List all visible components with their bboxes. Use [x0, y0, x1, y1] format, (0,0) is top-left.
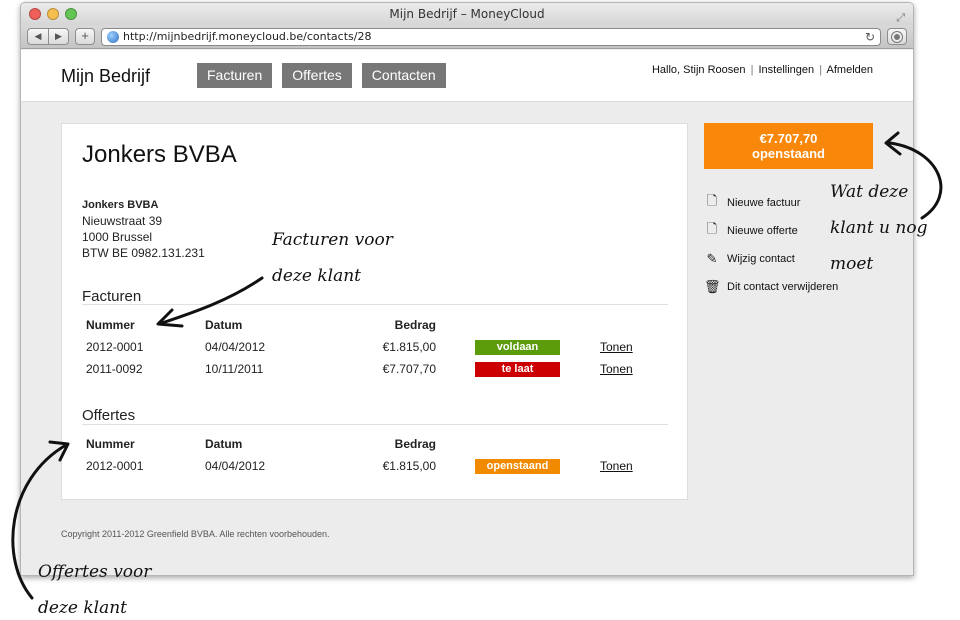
- add-tab-icon[interactable]: +: [75, 28, 95, 45]
- settings-link[interactable]: Instellingen: [758, 64, 814, 76]
- nav-tab-offertes[interactable]: Offertes: [282, 63, 352, 88]
- action-label[interactable]: Nieuwe factuur: [727, 197, 800, 209]
- screenshot-stage: Mijn Bedrijf – MoneyCloud ⤢ ◀ ▶ + http:/…: [0, 0, 960, 620]
- quote-date: 04/04/2012: [205, 459, 266, 473]
- annotation-text: deze klant: [38, 598, 128, 618]
- column-header-amount: Bedrag: [394, 318, 436, 332]
- quote-number: 2012-0001: [86, 459, 144, 473]
- table-row: 2012-0001 04/04/2012 €1.815,00 openstaan…: [86, 455, 646, 477]
- outstanding-balance: €7.707,70 openstaand: [704, 123, 873, 169]
- greeting: Hallo, Stijn Roosen: [651, 64, 746, 76]
- column-header-amount: Bedrag: [394, 437, 436, 451]
- divider: [82, 424, 668, 425]
- invoice-amount: €7.707,70: [382, 362, 436, 376]
- table-header-row: Nummer Datum Bedrag: [86, 433, 646, 455]
- invoice-amount: €1.815,00: [382, 340, 436, 354]
- pencil-icon: ✎: [706, 251, 718, 266]
- annotation-quotes: Offertes voor deze klant: [38, 554, 151, 620]
- invoices-section-title: Facturen: [82, 288, 142, 305]
- app-header: Mijn Bedrijf Facturen Offertes Contacten…: [21, 50, 913, 102]
- action-label[interactable]: Wijzig contact: [727, 253, 795, 265]
- status-badge: voldaan: [475, 340, 560, 355]
- quotes-table: Nummer Datum Bedrag 2012-0001 04/04/2012…: [86, 433, 646, 477]
- browser-window: Mijn Bedrijf – MoneyCloud ⤢ ◀ ▶ + http:/…: [20, 2, 914, 576]
- table-row: 2012-0001 04/04/2012 €1.815,00 voldaan T…: [86, 336, 646, 358]
- invoice-date: 04/04/2012: [205, 340, 266, 354]
- annotation-text: deze klant: [272, 266, 362, 286]
- browser-toolbar: ◀ ▶ + http://mijnbedrijf.moneycloud.be/c…: [21, 25, 913, 49]
- brand-name[interactable]: Mijn Bedrijf: [61, 66, 150, 87]
- user-links: Hallo, Stijn Roosen | Instellingen | Afm…: [652, 64, 873, 76]
- contact-street: Nieuwstraat 39: [82, 214, 163, 228]
- trash-icon: 🗑: [704, 279, 721, 294]
- minimize-window-button[interactable]: [47, 8, 59, 20]
- title-bar: Mijn Bedrijf – MoneyCloud ⤢: [21, 3, 913, 25]
- invoices-table: Nummer Datum Bedrag 2012-0001 04/04/2012…: [86, 314, 646, 380]
- annotation-outstanding: Wat deze klant u nog moet: [830, 174, 927, 282]
- table-header-row: Nummer Datum Bedrag: [86, 314, 646, 336]
- history-buttons: ◀ ▶: [27, 28, 69, 45]
- footer-copyright: Copyright 2011-2012 Greenfield BVBA. All…: [61, 529, 330, 539]
- show-quote-link[interactable]: Tonen: [600, 455, 633, 477]
- url-text[interactable]: http://mijnbedrijf.moneycloud.be/contact…: [123, 30, 865, 43]
- page-title: Jonkers BVBA: [82, 141, 237, 168]
- nav-tab-contacten[interactable]: Contacten: [361, 63, 446, 88]
- window-controls: [29, 8, 77, 20]
- globe-icon: [107, 30, 119, 43]
- close-window-button[interactable]: [29, 8, 41, 20]
- column-header-number: Nummer: [86, 318, 135, 332]
- zoom-window-button[interactable]: [65, 8, 77, 20]
- new-quote-icon: 🗋: [706, 221, 718, 236]
- column-header-date: Datum: [205, 318, 243, 332]
- nav-tab-facturen[interactable]: Facturen: [197, 63, 273, 88]
- annotation-text: moet: [830, 254, 874, 274]
- window-title: Mijn Bedrijf – MoneyCloud: [389, 7, 545, 21]
- invoice-number: 2012-0001: [86, 340, 144, 354]
- outstanding-label: openstaand: [752, 146, 825, 161]
- annotation-text: Wat deze: [830, 182, 909, 202]
- column-header-number: Nummer: [86, 437, 135, 451]
- separator: |: [819, 64, 823, 76]
- outstanding-amount: €7.707,70: [759, 131, 818, 146]
- new-invoice-icon: 🗋: [706, 193, 718, 208]
- annotation-text: Offertes voor: [38, 562, 152, 582]
- invoice-date: 10/11/2011: [205, 362, 264, 376]
- logout-link[interactable]: Afmelden: [827, 64, 873, 76]
- reader-icon[interactable]: [887, 28, 907, 45]
- separator: |: [750, 64, 754, 76]
- main-nav: Facturen Offertes Contacten: [197, 63, 446, 88]
- forward-icon[interactable]: ▶: [48, 29, 68, 44]
- address-bar[interactable]: http://mijnbedrijf.moneycloud.be/contact…: [101, 27, 881, 46]
- back-icon[interactable]: ◀: [28, 29, 48, 44]
- contact-city: 1000 Brussel: [82, 230, 153, 244]
- column-header-date: Datum: [205, 437, 243, 451]
- quotes-section-title: Offertes: [82, 407, 136, 424]
- annotation-text: Facturen voor: [272, 230, 393, 250]
- action-label[interactable]: Nieuwe offerte: [727, 225, 798, 237]
- app-page: Mijn Bedrijf Facturen Offertes Contacten…: [21, 50, 913, 575]
- contact-name: Jonkers BVBA: [82, 199, 159, 211]
- quote-amount: €1.815,00: [382, 459, 436, 473]
- status-badge: openstaand: [475, 459, 560, 474]
- divider: [82, 304, 668, 305]
- invoice-number: 2011-0092: [86, 362, 143, 376]
- action-label[interactable]: Dit contact verwijderen: [727, 281, 838, 293]
- table-row: 2011-0092 10/11/2011 €7.707,70 te laat T…: [86, 358, 646, 380]
- show-invoice-link[interactable]: Tonen: [600, 358, 633, 380]
- contact-vat: BTW BE 0982.131.231: [82, 246, 205, 260]
- reload-icon[interactable]: ↻: [865, 30, 875, 44]
- status-badge: te laat: [475, 362, 560, 377]
- annotation-invoices: Facturen voor deze klant: [272, 222, 393, 294]
- show-invoice-link[interactable]: Tonen: [600, 336, 633, 358]
- contact-card: Jonkers BVBA Jonkers BVBA Nieuwstraat 39…: [61, 123, 688, 500]
- annotation-text: klant u nog: [830, 218, 928, 238]
- contact-address: Jonkers BVBA Nieuwstraat 39 1000 Brussel…: [82, 197, 205, 261]
- resize-icon[interactable]: ⤢: [896, 7, 905, 29]
